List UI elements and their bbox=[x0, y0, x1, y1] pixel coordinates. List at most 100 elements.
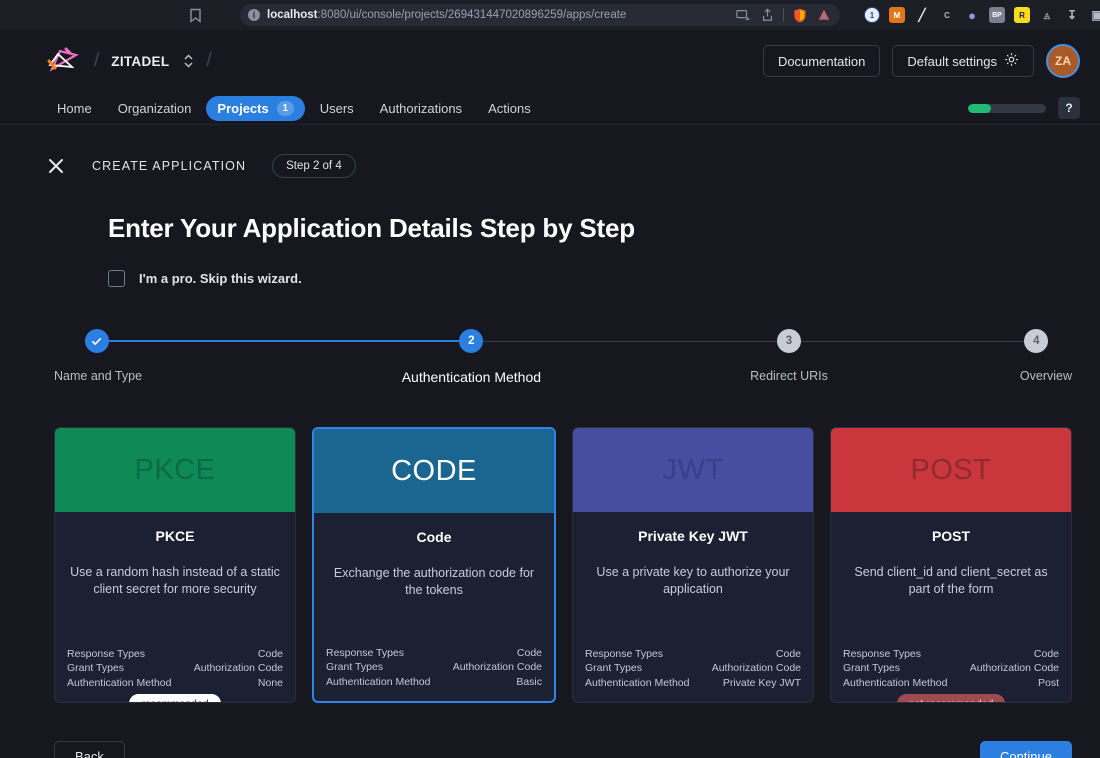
nav-item-label: Actions bbox=[488, 100, 531, 116]
metamask-icon[interactable]: M bbox=[889, 7, 905, 23]
extensions-strip: 1 M ╱ C ● BP R ◬ ↧ ▣ ⎘ bbox=[864, 7, 1100, 23]
card-description: Use a private key to authorize your appl… bbox=[596, 565, 790, 596]
page-title: CREATE APPLICATION bbox=[92, 159, 247, 173]
card-header: POST bbox=[831, 428, 1071, 512]
nav-item-organization[interactable]: Organization bbox=[107, 96, 203, 121]
nav-right: ? bbox=[968, 97, 1080, 119]
cookie-icon[interactable]: ◬ bbox=[1039, 7, 1055, 23]
stepper-node-3[interactable]: 3 bbox=[776, 329, 801, 353]
card-header: CODE bbox=[314, 429, 554, 513]
back-button[interactable]: Back bbox=[54, 741, 125, 758]
nav-items: Home Organization Projects 1 Users Authorizat… bbox=[46, 95, 542, 121]
card-body: PKCE Use a random hash instead of a stati… bbox=[55, 512, 295, 702]
share-icon[interactable] bbox=[759, 7, 775, 23]
spec-row-grant-types: Grant Types Authorization Code bbox=[585, 661, 801, 676]
browser-toolbar: i localhost:8080/ui/console/projects/269… bbox=[0, 0, 1100, 30]
card-header-text: PKCE bbox=[134, 453, 216, 486]
card-header: JWT bbox=[573, 428, 813, 512]
card-body: Code Exchange the authorization code for … bbox=[314, 513, 554, 701]
breadcrumb-separator-2: / bbox=[206, 50, 212, 71]
auth-method-card-jwt[interactable]: JWT Private Key JWT Use a private key to a… bbox=[572, 427, 814, 703]
chevron-up-down-icon[interactable] bbox=[183, 53, 194, 69]
site-info-icon[interactable]: i bbox=[248, 9, 260, 21]
bookmark-icon[interactable] bbox=[184, 4, 206, 26]
card-specs: Response Types Code Grant Types Authorizati… bbox=[843, 629, 1059, 691]
onboarding-progress-bar bbox=[968, 103, 1046, 113]
spec-value: Basic bbox=[516, 675, 542, 688]
auth-method-card-pkce[interactable]: PKCE PKCE Use a random hash instead of a s… bbox=[54, 427, 296, 703]
nav-item-projects[interactable]: Projects 1 bbox=[206, 95, 305, 121]
brave-shield-icon[interactable] bbox=[792, 7, 808, 23]
nav-item-label: Users bbox=[319, 100, 354, 116]
app-header: / ZITADEL / Documentation Default settin… bbox=[0, 30, 1100, 92]
stepper-node-number: 4 bbox=[1033, 335, 1040, 347]
close-icon[interactable] bbox=[46, 156, 66, 176]
zitadel-logo[interactable] bbox=[46, 45, 82, 77]
card-title: POST bbox=[931, 528, 971, 544]
nav-item-home[interactable]: Home bbox=[46, 96, 103, 121]
card-header-text: POST bbox=[910, 453, 992, 486]
card-specs: Response Types Code Grant Types Authorizati… bbox=[67, 629, 283, 691]
auth-method-card-code[interactable]: CODE Code Exchange the authorization code … bbox=[312, 427, 556, 703]
spec-row-response-types: Response Types Code bbox=[843, 647, 1059, 662]
default-settings-button[interactable]: Default settings bbox=[892, 45, 1034, 77]
clipboard-icon[interactable]: C bbox=[939, 7, 955, 23]
stepper-node-number: 2 bbox=[468, 335, 475, 347]
auth-method-card-post[interactable]: POST POST Send client_id and client_secret… bbox=[830, 427, 1072, 703]
spec-label: Grant Types bbox=[585, 662, 643, 674]
create-application-wizard: CREATE APPLICATION Step 2 of 4 Enter You… bbox=[0, 125, 1100, 758]
help-button[interactable]: ? bbox=[1058, 97, 1080, 119]
skip-wizard-label: I'm a pro. Skip this wizard. bbox=[139, 271, 302, 286]
stepper-connector bbox=[96, 340, 472, 342]
spec-row-authentication-method: Authentication Method Private Key JWT bbox=[585, 676, 801, 691]
continue-button[interactable]: Continue bbox=[979, 741, 1072, 758]
stepper-label-3: Redirect URIs bbox=[750, 369, 828, 383]
spec-value: Post bbox=[1037, 676, 1059, 689]
ghost-icon[interactable]: ● bbox=[964, 7, 980, 23]
stepper-nodes: 2 3 4 bbox=[54, 329, 1072, 355]
card-description: Use a random hash instead of a static cl… bbox=[70, 565, 280, 596]
wizard-topbar: CREATE APPLICATION Step 2 of 4 bbox=[46, 151, 1080, 181]
spec-label: Response Types bbox=[585, 647, 664, 660]
main-nav: Home Organization Projects 1 Users Authorizat… bbox=[0, 92, 1100, 125]
stepper-label-2: Authentication Method bbox=[401, 369, 542, 385]
screen-icon[interactable] bbox=[735, 7, 751, 23]
spec-label: Authentication Method bbox=[585, 676, 690, 689]
stepper-node-2[interactable]: 2 bbox=[459, 329, 484, 353]
nav-item-authorizations[interactable]: Authorizations bbox=[369, 96, 473, 121]
card-header-text: JWT bbox=[662, 453, 724, 486]
sidebar-icon[interactable]: ▣ bbox=[1089, 7, 1100, 23]
card-specs: Response Types Code Grant Types Authorizati… bbox=[326, 628, 542, 690]
stepper-labels: Name and Type Authentication Method Redire… bbox=[54, 369, 1072, 389]
skip-wizard-checkbox[interactable] bbox=[108, 270, 125, 287]
bitwarden-icon[interactable]: BP bbox=[989, 7, 1005, 23]
address-bar[interactable]: i localhost:8080/ui/console/projects/269… bbox=[240, 4, 840, 26]
raindrop-icon[interactable]: R bbox=[1014, 7, 1030, 23]
documentation-button[interactable]: Documentation bbox=[762, 45, 881, 77]
nav-item-actions[interactable]: Actions bbox=[477, 96, 542, 121]
card-description: Send client_id and client_secret as part… bbox=[854, 565, 1048, 596]
brave-lion-icon[interactable] bbox=[816, 7, 832, 23]
spec-row-response-types: Response Types Code bbox=[67, 647, 283, 662]
eyedropper-icon[interactable]: ╱ bbox=[914, 7, 930, 23]
nav-item-label: Organization bbox=[117, 100, 192, 116]
spec-value: Code bbox=[1033, 647, 1059, 660]
spec-label: Authentication Method bbox=[843, 676, 948, 689]
nav-item-users[interactable]: Users bbox=[309, 96, 365, 121]
spec-label: Grant Types bbox=[843, 662, 901, 674]
onepassword-icon[interactable]: 1 bbox=[864, 7, 880, 23]
spec-label: Response Types bbox=[67, 647, 146, 660]
stepper-node-4[interactable]: 4 bbox=[1024, 329, 1049, 353]
spec-row-grant-types: Grant Types Authorization Code bbox=[67, 661, 283, 676]
stepper-label-4: Overview bbox=[1019, 369, 1072, 383]
spec-row-authentication-method: Authentication Method Basic bbox=[326, 675, 542, 690]
download-icon[interactable]: ↧ bbox=[1064, 7, 1080, 23]
org-name[interactable]: ZITADEL bbox=[111, 54, 169, 69]
spec-value: Code bbox=[775, 647, 801, 660]
nav-item-badge: 1 bbox=[276, 100, 294, 116]
spec-value: Code bbox=[257, 647, 283, 660]
stepper-node-1[interactable] bbox=[84, 329, 109, 353]
documentation-label: Documentation bbox=[777, 53, 866, 69]
avatar[interactable]: ZA bbox=[1046, 44, 1080, 78]
spec-row-response-types: Response Types Code bbox=[585, 647, 801, 662]
